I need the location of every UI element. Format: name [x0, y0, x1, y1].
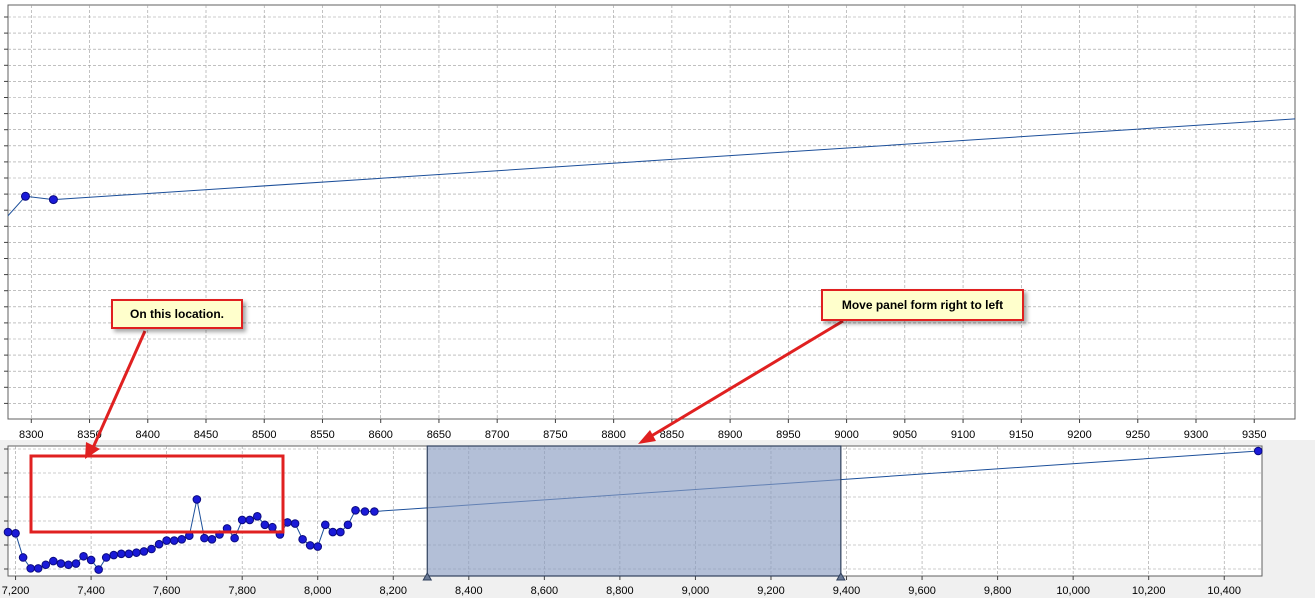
main-x-tick-label: 8300: [19, 429, 43, 441]
overview-data-point: [3, 527, 13, 537]
main-x-tick-label: 9350: [1242, 429, 1266, 441]
overview-data-point: [200, 533, 209, 543]
main-x-tick-label: 8550: [310, 429, 334, 441]
overview-data-point: [230, 533, 239, 543]
overview-x-tick-label: 9,000: [682, 585, 710, 597]
overview-data-point: [132, 548, 141, 557]
main-data-point: [20, 191, 30, 201]
overview-data-point: [94, 565, 103, 574]
main-x-tick-label: 8450: [194, 429, 218, 441]
main-x-tick-label: 9200: [1067, 429, 1091, 441]
main-y-ticks: [4, 16, 8, 404]
overview-x-tick-label: 7,400: [77, 585, 105, 597]
callout-location: On this location.: [111, 299, 243, 329]
overview-data-point: [71, 559, 81, 568]
overview-data-point: [117, 549, 126, 559]
callout-move: Move panel form right to left: [821, 289, 1024, 321]
overview-data-point: [343, 520, 353, 530]
overview-data-point: [192, 495, 202, 504]
overview-data-point: [370, 507, 379, 516]
overview-x-tick-label: 7,800: [228, 585, 256, 597]
overview-x-tick-label: 9,800: [984, 585, 1012, 597]
main-x-tick-label: 8400: [136, 429, 160, 441]
main-x-tick-label: 9250: [1126, 429, 1150, 441]
main-x-tick-label: 8900: [718, 429, 742, 441]
main-x-tick-label: 8750: [543, 429, 567, 441]
overview-data-point: [18, 553, 28, 562]
overview-data-point: [139, 547, 149, 556]
main-x-axis: 8300 8350 8400 8450 8500 8550 8600 8650 8700 8750…: [19, 419, 1266, 441]
main-x-tick-label: 9000: [834, 429, 858, 441]
overview-data-point: [169, 536, 179, 545]
overview-data-point: [26, 564, 35, 573]
main-x-tick-label: 9100: [951, 429, 975, 441]
overview-data-point: [64, 560, 73, 570]
overview-data-point: [124, 549, 134, 559]
main-x-tick-label: 8500: [252, 429, 276, 441]
overview-data-point: [245, 515, 255, 525]
overview-data-point: [268, 522, 277, 532]
overview-data-point: [283, 518, 292, 527]
overview-data-point: [86, 555, 96, 565]
overview-data-point: [252, 512, 262, 521]
overview-x-tick-label: 10,200: [1132, 585, 1166, 597]
overview-data-point: [154, 539, 164, 549]
overview-x-tick-label: 10,400: [1207, 585, 1241, 597]
overview-data-point: [41, 560, 51, 570]
main-plot-area: [7, 4, 1296, 420]
overview-x-tick-label: 9,600: [908, 585, 936, 597]
main-x-tick-label: 8650: [427, 429, 451, 441]
overview-data-point: [260, 520, 270, 530]
main-x-tick-label: 9050: [893, 429, 917, 441]
overview-x-tick-label: 8,400: [455, 585, 483, 597]
overview-data-point: [147, 544, 156, 554]
overview-data-point: [351, 505, 360, 515]
overview-x-tick-label: 8,200: [379, 585, 407, 597]
main-x-tick-label: 8600: [368, 429, 392, 441]
overview-data-point: [101, 553, 111, 562]
overview-data-point: [109, 550, 119, 560]
overview-data-point: [290, 519, 300, 528]
overview-x-tick-label: 7,200: [2, 585, 30, 597]
overview-data-point: [11, 528, 20, 538]
overview-data-point: [1253, 446, 1263, 456]
main-x-tick-label: 8700: [485, 429, 509, 441]
main-x-tick-label: 9300: [1184, 429, 1208, 441]
main-x-tick-label: 8850: [660, 429, 684, 441]
selection-window[interactable]: [426, 445, 842, 577]
overview-data-point: [162, 536, 171, 545]
overview-x-tick-label: 7,600: [153, 585, 181, 597]
overview-x-tick-label: 9,400: [833, 585, 861, 597]
overview-data-point: [56, 559, 66, 568]
overview-data-point: [328, 527, 338, 537]
overview-data-point: [336, 527, 345, 537]
overview-x-tick-label: 8,000: [304, 585, 332, 597]
overview-data-point: [320, 520, 330, 530]
overview-data-point: [79, 551, 88, 561]
overview-x-tick-label: 8,600: [531, 585, 559, 597]
overview-data-point: [237, 515, 247, 525]
main-x-tick-label: 8800: [601, 429, 625, 441]
overview-data-point: [298, 535, 307, 544]
overview-selection[interactable]: [422, 445, 846, 581]
overview-x-tick-label: 8,800: [606, 585, 634, 597]
overview-data-point: [207, 535, 217, 544]
overview-data-point: [177, 535, 187, 544]
overview-data-point: [305, 541, 315, 550]
main-x-tick-label: 8950: [776, 429, 800, 441]
overview-data-point: [49, 556, 58, 566]
overview-x-tick-label: 10,000: [1056, 585, 1090, 597]
overview-data-point: [360, 507, 370, 516]
overview-x-tick-label: 9,200: [757, 585, 785, 597]
main-x-tick-label: 9150: [1009, 429, 1033, 441]
main-data-point: [48, 195, 58, 205]
overview-data-point: [33, 564, 43, 573]
overview-data-point: [313, 542, 323, 551]
